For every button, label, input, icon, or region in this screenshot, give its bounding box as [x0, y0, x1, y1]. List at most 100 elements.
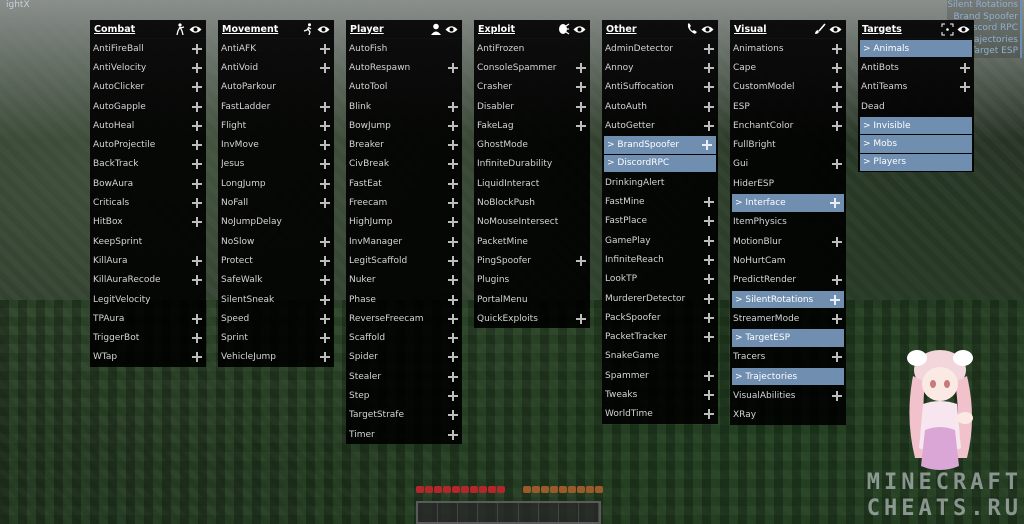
- expand-plus-icon[interactable]: [448, 390, 458, 401]
- expand-plus-icon[interactable]: [192, 120, 202, 131]
- expand-plus-icon[interactable]: [704, 62, 714, 73]
- expand-plus-icon[interactable]: [704, 312, 714, 323]
- module-item[interactable]: CivBreak: [346, 155, 462, 174]
- module-item[interactable]: FastMine: [602, 192, 718, 211]
- module-item[interactable]: PacketMine: [474, 232, 590, 251]
- expand-plus-icon[interactable]: [832, 236, 842, 247]
- expand-plus-icon[interactable]: [832, 62, 842, 73]
- module-item[interactable]: > Animals: [860, 40, 972, 58]
- module-item[interactable]: > Mobs: [860, 135, 972, 153]
- module-item[interactable]: InfiniteDurability: [474, 155, 590, 174]
- module-item[interactable]: NoJumpDelay: [218, 213, 334, 232]
- module-item[interactable]: Breaker: [346, 135, 462, 154]
- module-item[interactable]: Freecam: [346, 193, 462, 212]
- eye-icon[interactable]: [957, 23, 970, 36]
- module-item[interactable]: AntiTeams: [858, 78, 974, 97]
- panel-header[interactable]: Player: [346, 20, 462, 39]
- expand-plus-icon[interactable]: [448, 313, 458, 324]
- expand-plus-icon[interactable]: [192, 255, 202, 266]
- module-item[interactable]: VisualAbilities: [730, 386, 846, 405]
- module-item[interactable]: Spammer: [602, 366, 718, 385]
- module-item[interactable]: DrinkingAlert: [602, 173, 718, 192]
- module-item[interactable]: BowJump: [346, 116, 462, 135]
- module-item[interactable]: Jesus: [218, 155, 334, 174]
- module-item[interactable]: PackSpoofer: [602, 308, 718, 327]
- module-item[interactable]: CustomModel: [730, 78, 846, 97]
- eye-icon[interactable]: [829, 23, 842, 36]
- module-item[interactable]: InvMove: [218, 135, 334, 154]
- panel-header[interactable]: Combat: [90, 20, 206, 39]
- expand-plus-icon[interactable]: [320, 275, 330, 286]
- expand-plus-icon[interactable]: [576, 120, 586, 131]
- module-item[interactable]: AutoRespawn: [346, 58, 462, 77]
- module-item[interactable]: TPAura: [90, 309, 206, 328]
- module-item[interactable]: > Players: [860, 153, 972, 172]
- module-item[interactable]: LegitScaffold: [346, 251, 462, 270]
- expand-plus-icon[interactable]: [192, 62, 202, 73]
- module-item[interactable]: AntiVoid: [218, 58, 334, 77]
- expand-plus-icon[interactable]: [448, 352, 458, 363]
- expand-plus-icon[interactable]: [576, 313, 586, 324]
- module-item[interactable]: Spider: [346, 348, 462, 367]
- expand-plus-icon[interactable]: [832, 159, 842, 170]
- module-item[interactable]: > DiscordRPC: [604, 154, 716, 173]
- expand-plus-icon[interactable]: [192, 333, 202, 344]
- module-item[interactable]: KillAura: [90, 251, 206, 270]
- module-item[interactable]: FakeLag: [474, 116, 590, 135]
- expand-plus-icon[interactable]: [192, 198, 202, 209]
- expand-plus-icon[interactable]: [448, 236, 458, 247]
- module-item[interactable]: HighJump: [346, 213, 462, 232]
- module-item[interactable]: FastLadder: [218, 97, 334, 116]
- module-item[interactable]: PortalMenu: [474, 290, 590, 309]
- expand-plus-icon[interactable]: [320, 294, 330, 305]
- module-item[interactable]: Tweaks: [602, 385, 718, 404]
- expand-plus-icon[interactable]: [448, 410, 458, 421]
- expand-plus-icon[interactable]: [448, 371, 458, 382]
- eye-icon[interactable]: [573, 23, 586, 36]
- module-item[interactable]: InfiniteReach: [602, 250, 718, 269]
- module-item[interactable]: > TargetESP: [732, 329, 844, 347]
- module-item[interactable]: AutoClicker: [90, 78, 206, 97]
- module-item[interactable]: GamePlay: [602, 231, 718, 250]
- module-item[interactable]: AntiFrozen: [474, 39, 590, 58]
- expand-plus-icon[interactable]: [320, 333, 330, 344]
- expand-plus-icon[interactable]: [576, 62, 586, 73]
- expand-plus-icon[interactable]: [448, 255, 458, 266]
- expand-plus-icon[interactable]: [320, 62, 330, 73]
- module-item[interactable]: NoFall: [218, 193, 334, 212]
- module-item[interactable]: Blink: [346, 97, 462, 116]
- module-item[interactable]: AutoGetter: [602, 116, 718, 135]
- expand-plus-icon[interactable]: [192, 82, 202, 93]
- expand-plus-icon[interactable]: [448, 140, 458, 151]
- module-item[interactable]: Crasher: [474, 78, 590, 97]
- expand-plus-icon[interactable]: [704, 197, 714, 208]
- module-item[interactable]: WorldTime: [602, 405, 718, 424]
- module-item[interactable]: > BrandSpoofer: [604, 136, 716, 154]
- expand-plus-icon[interactable]: [448, 217, 458, 228]
- expand-plus-icon[interactable]: [704, 82, 714, 93]
- module-item[interactable]: ESP: [730, 97, 846, 116]
- module-item[interactable]: Animations: [730, 39, 846, 58]
- module-item[interactable]: AntiSuffocation: [602, 78, 718, 97]
- expand-plus-icon[interactable]: [832, 352, 842, 363]
- expand-plus-icon[interactable]: [448, 101, 458, 112]
- expand-plus-icon[interactable]: [448, 62, 458, 73]
- expand-plus-icon[interactable]: [320, 159, 330, 170]
- module-item[interactable]: AutoHeal: [90, 116, 206, 135]
- expand-plus-icon[interactable]: [448, 120, 458, 131]
- module-item[interactable]: AntiFireBall: [90, 39, 206, 58]
- expand-plus-icon[interactable]: [830, 198, 840, 209]
- module-item[interactable]: KillAuraRecode: [90, 271, 206, 290]
- eye-icon[interactable]: [189, 23, 202, 36]
- expand-plus-icon[interactable]: [576, 82, 586, 93]
- expand-plus-icon[interactable]: [704, 293, 714, 304]
- module-item[interactable]: NoMouseIntersect: [474, 213, 590, 232]
- module-item[interactable]: ItemPhysics: [730, 213, 846, 232]
- expand-plus-icon[interactable]: [192, 101, 202, 112]
- expand-plus-icon[interactable]: [320, 43, 330, 54]
- expand-plus-icon[interactable]: [704, 332, 714, 343]
- expand-plus-icon[interactable]: [830, 294, 840, 305]
- module-item[interactable]: Nuker: [346, 271, 462, 290]
- expand-plus-icon[interactable]: [704, 274, 714, 285]
- module-item[interactable]: Annoy: [602, 58, 718, 77]
